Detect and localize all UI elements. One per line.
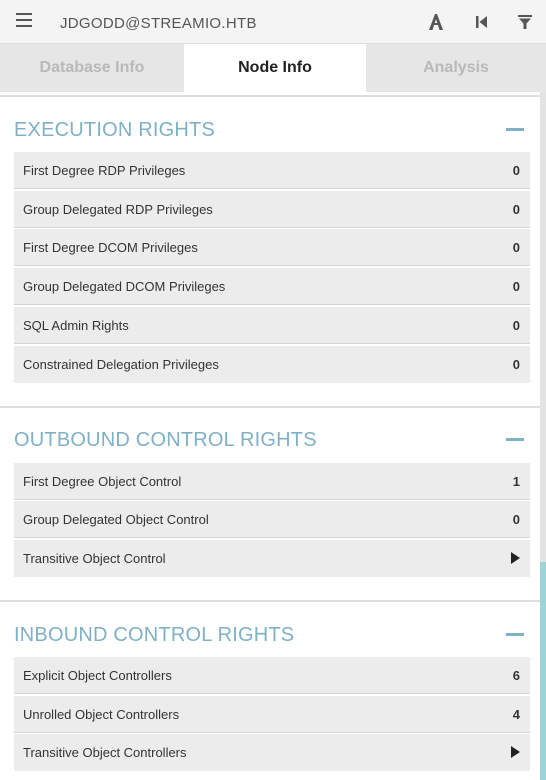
- row-label: SQL Admin Rights: [23, 318, 129, 333]
- section-title-execution-rights: EXECUTION RIGHTS: [14, 119, 215, 141]
- tab-bar: Database Info Node Info Analysis: [0, 44, 546, 92]
- play-arrow-icon[interactable]: [511, 746, 520, 758]
- scrollbar-thumb[interactable]: [540, 562, 546, 780]
- play-arrow-icon[interactable]: [511, 552, 520, 564]
- section-title-inbound-control-rights: INBOUND CONTROL RIGHTS: [14, 624, 295, 646]
- row-value: 0: [512, 357, 520, 372]
- section-title-outbound-control-rights: OUTBOUND CONTROL RIGHTS: [14, 429, 317, 451]
- row-label: Unrolled Object Controllers: [23, 707, 180, 722]
- top-bar: JDGODD@STREAMIO.HTB: [0, 0, 546, 44]
- node-name: JDGODD@STREAMIO.HTB: [60, 15, 257, 32]
- row-first-degree-rdp[interactable]: First Degree RDP Privileges 0: [14, 152, 530, 189]
- section-divider: [0, 600, 540, 602]
- row-group-delegated-rdp[interactable]: Group Delegated RDP Privileges 0: [14, 191, 530, 228]
- section-divider: [0, 95, 540, 97]
- row-value: 0: [512, 512, 520, 527]
- filter-icon[interactable]: [515, 12, 535, 32]
- row-value: 0: [512, 318, 520, 333]
- row-value: 0: [512, 202, 520, 217]
- section-divider: [0, 406, 540, 408]
- row-group-delegated-object-control[interactable]: Group Delegated Object Control 0: [14, 501, 530, 538]
- collapse-icon[interactable]: [506, 438, 524, 441]
- row-value: 4: [512, 707, 520, 722]
- row-value: 0: [512, 240, 520, 255]
- menu-icon[interactable]: [16, 13, 32, 29]
- row-label: Constrained Delegation Privileges: [23, 357, 219, 372]
- row-value: 1: [512, 474, 520, 489]
- row-value: 0: [512, 279, 520, 294]
- pathfinding-icon[interactable]: [426, 12, 446, 32]
- node-info-panel: EXECUTION RIGHTS First Degree RDP Privil…: [0, 92, 540, 780]
- row-first-degree-dcom[interactable]: First Degree DCOM Privileges 0: [14, 229, 530, 266]
- row-first-degree-object-control[interactable]: First Degree Object Control 1: [14, 463, 530, 500]
- row-transitive-object-control[interactable]: Transitive Object Control: [14, 540, 530, 577]
- row-label: First Degree DCOM Privileges: [23, 240, 198, 255]
- row-label: Group Delegated Object Control: [23, 512, 209, 527]
- row-label: Transitive Object Controllers: [23, 745, 187, 760]
- row-explicit-object-controllers[interactable]: Explicit Object Controllers 6: [14, 657, 530, 694]
- row-label: Transitive Object Control: [23, 551, 166, 566]
- scrollbar[interactable]: [540, 92, 546, 780]
- row-label: Group Delegated RDP Privileges: [23, 202, 213, 217]
- tab-database-info[interactable]: Database Info: [0, 44, 184, 92]
- row-transitive-object-controllers[interactable]: Transitive Object Controllers: [14, 734, 530, 771]
- collapse-icon[interactable]: [506, 128, 524, 131]
- row-group-delegated-dcom[interactable]: Group Delegated DCOM Privileges 0: [14, 268, 530, 305]
- row-label: Group Delegated DCOM Privileges: [23, 279, 226, 294]
- tab-analysis[interactable]: Analysis: [366, 44, 546, 92]
- row-label: First Degree RDP Privileges: [23, 163, 186, 178]
- row-value: 0: [512, 163, 520, 178]
- row-unrolled-object-controllers[interactable]: Unrolled Object Controllers 4: [14, 696, 530, 733]
- row-label: First Degree Object Control: [23, 474, 182, 489]
- row-label: Explicit Object Controllers: [23, 668, 172, 683]
- row-constrained-delegation[interactable]: Constrained Delegation Privileges 0: [14, 346, 530, 383]
- back-icon[interactable]: [472, 12, 492, 32]
- row-value: 6: [512, 668, 520, 683]
- collapse-icon[interactable]: [506, 633, 524, 636]
- row-sql-admin-rights[interactable]: SQL Admin Rights 0: [14, 307, 530, 344]
- tab-node-info[interactable]: Node Info: [184, 44, 366, 92]
